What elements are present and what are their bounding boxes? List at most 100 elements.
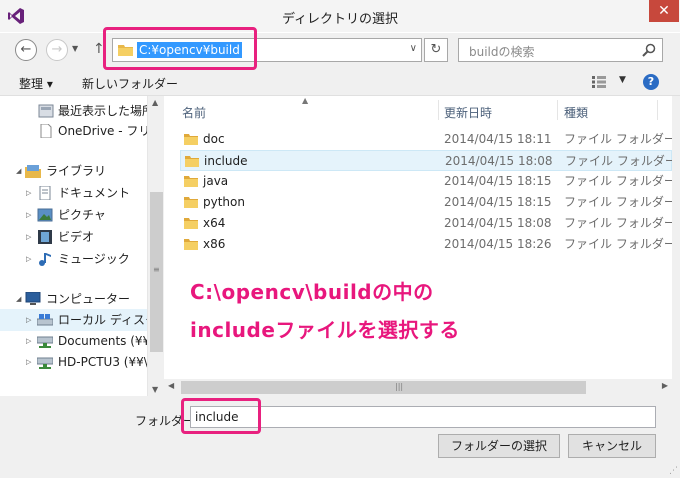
nav-item-label: ローカル ディスク (C: [58, 313, 147, 327]
folder-icon: [184, 197, 198, 208]
address-path[interactable]: C:¥opencv¥build: [137, 42, 242, 58]
nav-item-label: OneDrive - フリー: [58, 124, 147, 138]
cancel-button[interactable]: キャンセル: [568, 434, 656, 458]
forward-button[interactable]: →: [46, 39, 68, 61]
nav-item-label: 最近表示した場所: [58, 104, 147, 118]
collapse-arrow-icon[interactable]: ◢: [16, 288, 21, 310]
nav-item-onedrive[interactable]: OneDrive - フリー: [0, 120, 147, 142]
up-button[interactable]: ↑: [93, 41, 105, 57]
address-dropdown-icon[interactable]: ∨: [410, 43, 417, 54]
file-modified: 2014/04/15 18:08: [444, 216, 552, 230]
file-list-hscrollbar[interactable]: ◀ ||| ▶: [164, 379, 672, 396]
select-folder-button[interactable]: フォルダーの選択: [438, 434, 560, 458]
nav-item-local-disk[interactable]: ▷ ローカル ディスク (C: [0, 309, 147, 331]
search-icon[interactable]: [642, 43, 656, 57]
file-type: ファイル フォルダー: [565, 154, 672, 168]
nav-item-documents-network[interactable]: ▷ Documents (¥¥: [0, 330, 147, 352]
nav-item-computer[interactable]: ◢ コンピューター: [0, 288, 147, 310]
folder-name-input[interactable]: [190, 406, 656, 428]
grip-icon: |||: [395, 382, 404, 391]
view-dropdown-icon[interactable]: ▼: [619, 75, 626, 85]
recent-places-icon: [38, 104, 54, 118]
nav-item-videos[interactable]: ▷ ビデオ: [0, 226, 147, 248]
pictures-icon: [37, 208, 53, 222]
file-row-x64[interactable]: x64 2014/04/15 18:08 ファイル フォルダー: [180, 213, 672, 234]
annotation-line-2: includeファイルを選択する: [190, 318, 460, 342]
file-row-x86[interactable]: x86 2014/04/15 18:26 ファイル フォルダー: [180, 234, 672, 255]
nav-item-documents[interactable]: ▷ ドキュメント: [0, 182, 147, 204]
expand-arrow-icon[interactable]: ▷: [26, 330, 31, 352]
column-divider[interactable]: [657, 100, 658, 120]
file-row-doc[interactable]: doc 2014/04/15 18:11 ファイル フォルダー: [180, 129, 672, 150]
organize-menu[interactable]: 整理 ▾: [19, 75, 53, 92]
nav-item-hd-pctu3[interactable]: ▷ HD-PCTU3 (¥¥\: [0, 351, 147, 373]
column-divider[interactable]: [557, 100, 558, 120]
dialog-footer: フォルダー: フォルダーの選択 キャンセル ⋰: [0, 396, 680, 478]
expand-arrow-icon[interactable]: ▷: [26, 309, 31, 331]
nav-item-recent-places[interactable]: 最近表示した場所: [0, 100, 147, 122]
file-modified: 2014/04/15 18:11: [444, 132, 552, 146]
network-drive-icon: [37, 357, 53, 369]
nav-item-label: コンピューター: [46, 292, 131, 306]
nav-item-label: ピクチャ: [58, 208, 106, 222]
refresh-button[interactable]: ↻: [424, 38, 448, 62]
collapse-arrow-icon[interactable]: ◢: [16, 160, 21, 182]
file-type: ファイル フォルダー: [564, 216, 672, 230]
column-divider[interactable]: [438, 100, 439, 120]
expand-arrow-icon[interactable]: ▷: [26, 204, 31, 226]
navigation-scrollbar[interactable]: ▲ ≡ ▼: [147, 96, 164, 396]
scroll-down-icon[interactable]: ▼: [152, 385, 158, 394]
file-row-python[interactable]: python 2014/04/15 18:15 ファイル フォルダー: [180, 192, 672, 213]
documents-icon: [39, 186, 51, 200]
scroll-left-icon[interactable]: ◀: [168, 381, 174, 390]
scroll-right-icon[interactable]: ▶: [662, 381, 668, 390]
navigation-pane: 最近表示した場所 OneDrive - フリー ◢ ライブラリ ▷ ドキュメント…: [0, 96, 147, 396]
videos-icon: [38, 230, 52, 244]
search-input[interactable]: buildの検索: [458, 38, 663, 62]
file-name: java: [203, 174, 229, 188]
scroll-up-icon[interactable]: ▲: [152, 98, 158, 107]
command-bar: 整理 ▾ 新しいフォルダー ▼ ?: [0, 68, 680, 96]
sort-ascending-icon: ▲: [302, 96, 309, 105]
title-bar: ディレクトリの選択 ✕: [0, 0, 680, 33]
file-type: ファイル フォルダー: [564, 195, 672, 209]
expand-arrow-icon[interactable]: ▷: [26, 226, 31, 248]
expand-arrow-icon[interactable]: ▷: [26, 248, 31, 270]
music-icon: [39, 253, 51, 266]
folder-icon: [184, 176, 198, 187]
new-folder-button[interactable]: 新しいフォルダー: [82, 75, 178, 92]
annotation-line-1: C:\opencv\buildの中の: [190, 280, 434, 304]
file-row-include[interactable]: include 2014/04/15 18:08 ファイル フォルダー: [180, 150, 672, 171]
window-title: ディレクトリの選択: [281, 12, 399, 27]
file-type: ファイル フォルダー: [564, 132, 672, 146]
grip-icon: ≡: [153, 265, 160, 274]
close-button[interactable]: ✕: [649, 0, 679, 22]
folder-icon: [184, 134, 198, 145]
column-header-modified[interactable]: 更新日時: [444, 104, 492, 121]
file-row-java[interactable]: java 2014/04/15 18:15 ファイル フォルダー: [180, 171, 672, 192]
nav-item-label: ミュージック: [58, 252, 130, 266]
scrollbar-thumb[interactable]: |||: [181, 381, 586, 394]
help-icon[interactable]: ?: [643, 74, 659, 90]
file-modified: 2014/04/15 18:08: [445, 154, 553, 168]
column-header-name[interactable]: 名前: [182, 104, 206, 121]
address-input[interactable]: C:¥opencv¥build ∨: [112, 38, 422, 62]
view-options-icon[interactable]: [592, 76, 606, 88]
back-button[interactable]: ←: [15, 39, 37, 61]
nav-item-libraries[interactable]: ◢ ライブラリ: [0, 160, 147, 182]
nav-item-music[interactable]: ▷ ミュージック: [0, 248, 147, 270]
computer-icon: [25, 292, 41, 305]
library-icon: [25, 165, 41, 178]
expand-arrow-icon[interactable]: ▷: [26, 351, 31, 373]
scrollbar-thumb[interactable]: ≡: [150, 192, 163, 352]
document-icon: [40, 124, 52, 138]
file-modified: 2014/04/15 18:15: [444, 195, 552, 209]
column-header-row: ▲ 名前 更新日時 種類: [164, 96, 672, 122]
resize-grip-icon[interactable]: ⋰: [669, 467, 678, 476]
expand-arrow-icon[interactable]: ▷: [26, 182, 31, 204]
column-header-type[interactable]: 種類: [564, 104, 588, 121]
file-name: doc: [203, 132, 225, 146]
file-modified: 2014/04/15 18:26: [444, 237, 552, 251]
recent-locations-dropdown-icon[interactable]: ▼: [72, 44, 78, 53]
nav-item-pictures[interactable]: ▷ ピクチャ: [0, 204, 147, 226]
